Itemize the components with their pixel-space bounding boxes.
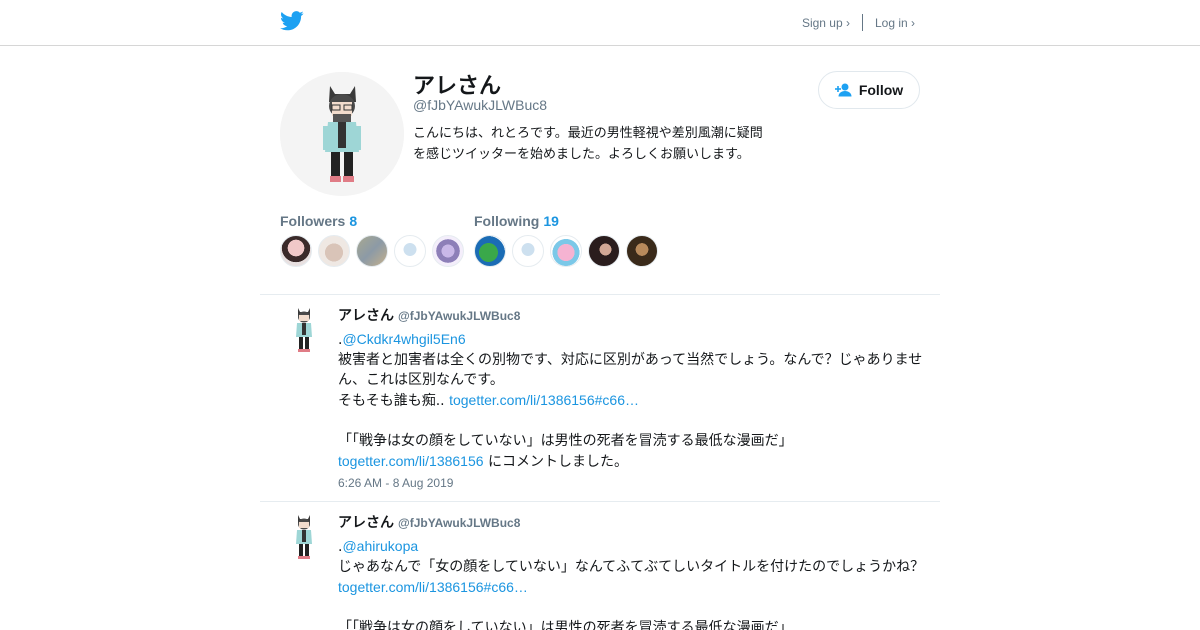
- followers-count: 8: [349, 213, 358, 229]
- profile-name: アレさん: [413, 74, 502, 99]
- follower-avatar[interactable]: [356, 235, 388, 267]
- tweet-author-name[interactable]: アレさん: [338, 308, 394, 324]
- tweet-link[interactable]: togetter.com/li/1386156#c66…: [449, 392, 639, 408]
- following-avatars: [474, 235, 664, 267]
- tweet-timestamp[interactable]: 6:26 AM - 8 Aug 2019: [338, 476, 928, 490]
- followers-avatars: [280, 235, 470, 267]
- tweet-line: ん、これは区別なんです。: [338, 372, 504, 388]
- follower-avatar[interactable]: [280, 235, 312, 267]
- follow-button[interactable]: Follow: [818, 71, 920, 109]
- top-nav: Sign up › Log in ›: [802, 14, 915, 31]
- signup-link[interactable]: Sign up ›: [802, 16, 850, 30]
- followers-group: Followers 8: [280, 213, 470, 267]
- mention-link[interactable]: @ahirukopa: [342, 538, 418, 554]
- following-group: Following 19: [474, 213, 664, 267]
- following-link[interactable]: Following 19: [474, 213, 664, 229]
- profile-stats: Followers 8 Following 19: [280, 213, 920, 273]
- follow-button-label: Follow: [858, 82, 904, 98]
- tweet-header: アレさん @fJbYAwukJLWBuc8: [338, 306, 928, 326]
- profile-bio: こんにちは、れとろです。最近の男性軽視や差別風潮に疑問 を感じツイッターを始めま…: [413, 123, 803, 165]
- following-count: 19: [543, 213, 559, 229]
- tweet-line: 「「戦争は女の顔をしていない」は男性の死者を冒涜する最低な漫画だ」: [338, 620, 793, 630]
- bio-line: こんにちは、れとろです。最近の男性軽視や差別風潮に疑問: [413, 126, 763, 141]
- follower-avatar[interactable]: [318, 235, 350, 267]
- tweet[interactable]: アレさん @fJbYAwukJLWBuc8 .@Ckdkr4whgil5En6 被…: [260, 294, 940, 501]
- tweet-line: じゃあなんで「女の顔をしていない」なんてふてぶてしいタイトルを付けたのでしょうか…: [338, 559, 925, 575]
- profile-avatar[interactable]: [280, 72, 404, 196]
- tweet[interactable]: アレさん @fJbYAwukJLWBuc8 .@ahirukopa じゃあなんで「…: [260, 501, 940, 630]
- nav-divider: [861, 14, 863, 31]
- tweet-author-handle[interactable]: @fJbYAwukJLWBuc8: [398, 309, 520, 323]
- follower-avatar[interactable]: [432, 235, 464, 267]
- tweet-link[interactable]: togetter.com/li/1386156: [338, 453, 484, 469]
- follower-avatar[interactable]: [394, 235, 426, 267]
- followers-label: Followers: [280, 213, 346, 229]
- mention-link[interactable]: @Ckdkr4whgil5En6: [342, 331, 465, 347]
- followers-link[interactable]: Followers 8: [280, 213, 470, 229]
- tweet-list: アレさん @fJbYAwukJLWBuc8 .@Ckdkr4whgil5En6 被…: [260, 294, 940, 630]
- following-label: Following: [474, 213, 540, 229]
- bio-line: を感じツイッターを始めました。よろしくお願いします。: [413, 147, 750, 162]
- login-link[interactable]: Log in ›: [875, 16, 915, 30]
- following-avatar[interactable]: [550, 235, 582, 267]
- tweet-line: .@Ckdkr4whgil5En6: [338, 329, 928, 350]
- tweet-author-handle[interactable]: @fJbYAwukJLWBuc8: [398, 516, 520, 530]
- tweet-line: そもそも誰も痴.. togetter.com/li/1386156#c66…: [338, 390, 928, 411]
- profile-handle[interactable]: @fJbYAwukJLWBuc8: [413, 97, 547, 113]
- tweet-text: .@ahirukopa じゃあなんで「女の顔をしていない」なんてふてぶてしいタイ…: [338, 536, 928, 630]
- add-user-icon: [834, 83, 852, 97]
- tweet-text-fragment: そもそも誰も痴..: [338, 393, 450, 409]
- tweet-avatar[interactable]: [286, 513, 322, 561]
- following-avatar[interactable]: [626, 235, 658, 267]
- tweet-header: アレさん @fJbYAwukJLWBuc8: [338, 513, 928, 533]
- tweet-line: togetter.com/li/1386156 にコメントしました。: [338, 451, 928, 472]
- tweet-line: togetter.com/li/1386156#c66…: [338, 577, 928, 598]
- tweet-avatar[interactable]: [286, 306, 322, 354]
- twitter-bird-icon[interactable]: [280, 11, 304, 31]
- tweet-line: 「「戦争は女の顔をしていない」は男性の死者を冒涜する最低な漫画だ」: [338, 433, 793, 449]
- top-bar: Sign up › Log in ›: [0, 0, 1200, 46]
- tweet-line: .@ahirukopa: [338, 536, 928, 557]
- following-avatar[interactable]: [512, 235, 544, 267]
- tweet-link[interactable]: togetter.com/li/1386156#c66…: [338, 579, 528, 595]
- tweet-line: 被害者と加害者は全くの別物です、対応に区別があって当然でしょう。なんで？じゃあり…: [338, 352, 923, 368]
- tweet-text: .@Ckdkr4whgil5En6 被害者と加害者は全くの別物です、対応に区別が…: [338, 329, 928, 472]
- following-avatar[interactable]: [474, 235, 506, 267]
- avatar-character-illustration: [280, 72, 404, 196]
- tweet-text-fragment: にコメントしました。: [483, 454, 628, 470]
- tweet-author-name[interactable]: アレさん: [338, 515, 394, 531]
- following-avatar[interactable]: [588, 235, 620, 267]
